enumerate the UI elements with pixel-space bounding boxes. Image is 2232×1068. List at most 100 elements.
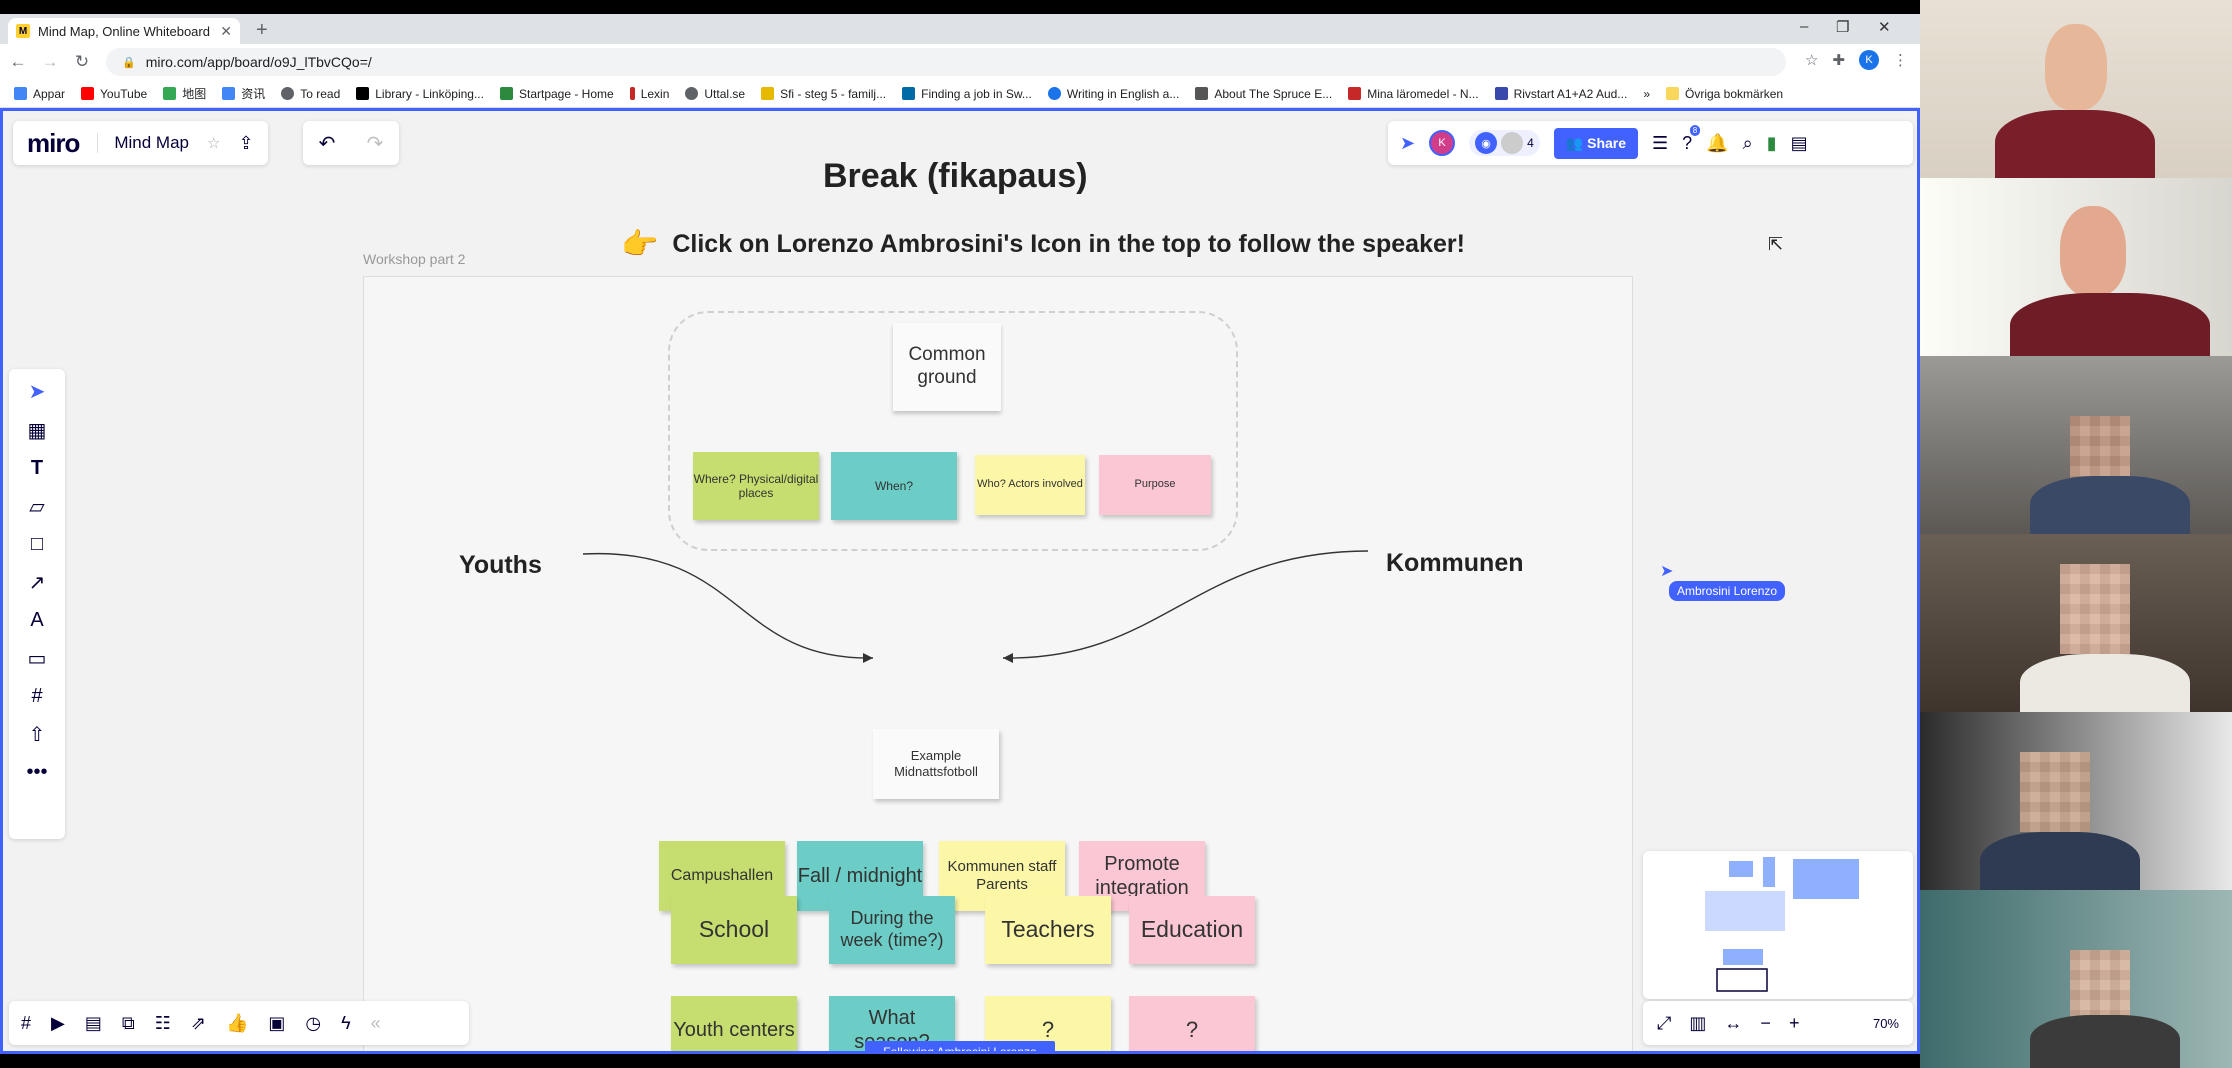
kanban-icon[interactable]: ☷ — [155, 1013, 171, 1034]
profile-avatar[interactable]: K — [1859, 50, 1879, 70]
sticky-note[interactable]: Who? Actors involved — [975, 455, 1085, 515]
bookmark-item[interactable]: Writing in English a... — [1047, 87, 1179, 101]
minimap[interactable] — [1643, 851, 1913, 999]
sticky-note[interactable]: During the week (time?) — [829, 896, 955, 964]
zoom-in-icon[interactable]: + — [1789, 1013, 1800, 1034]
fullscreen-icon[interactable]: ⤢ — [1657, 1013, 1671, 1034]
search-icon[interactable]: ⌕ — [1743, 133, 1753, 154]
participant-video[interactable] — [1920, 178, 2232, 356]
example-card[interactable]: Example Midnattsfotboll — [873, 729, 999, 799]
bookmark-item[interactable]: Uttal.se — [685, 87, 745, 101]
comment-icon[interactable]: ▭ — [28, 646, 47, 671]
activity-icon[interactable]: ▮ — [1767, 133, 1777, 154]
sticky-note[interactable]: Youth centers — [671, 996, 797, 1051]
participant-video[interactable] — [1920, 0, 2232, 178]
bookmark-item[interactable]: 资讯 — [222, 85, 265, 102]
bell-icon[interactable]: 🔔 — [1706, 133, 1728, 154]
bookmark-item[interactable]: Appar — [14, 87, 65, 101]
following-banner[interactable]: Following Ambrosini Lorenzo — [865, 1041, 1055, 1051]
connector-lines[interactable] — [573, 541, 1373, 671]
browser-tab[interactable]: M Mind Map, Online Whiteboard fo ✕ — [8, 18, 240, 44]
export-icon[interactable]: ⇪ — [238, 133, 253, 154]
bookmarks-more-icon[interactable]: » — [1643, 87, 1650, 101]
bookmark-item[interactable]: Library - Linköping... — [356, 87, 484, 101]
bookmark-item[interactable]: To read — [281, 87, 340, 101]
star-icon[interactable]: ☆ — [1805, 51, 1818, 69]
bookmark-item[interactable]: Rivstart A1+A2 Aud... — [1494, 87, 1627, 101]
close-tab-icon[interactable]: ✕ — [220, 23, 232, 40]
bookmark-item[interactable]: 地图 — [163, 85, 206, 102]
participant-video[interactable] — [1920, 890, 2232, 1068]
bookmark-item[interactable]: Mina läromedel - N... — [1348, 87, 1479, 101]
redo-icon[interactable]: ↷ — [367, 131, 384, 156]
common-ground-card[interactable]: Common ground — [893, 323, 1001, 411]
reactions-icon[interactable]: 👍 — [226, 1013, 248, 1034]
bookmark-item[interactable]: Sfi - steg 5 - familj... — [761, 87, 886, 101]
cards-icon[interactable]: ⧉ — [122, 1013, 135, 1034]
collapse-icon[interactable]: « — [371, 1013, 381, 1034]
bookmark-item[interactable]: Startpage - Home — [499, 87, 614, 101]
board-menu-icon[interactable]: ▤ — [1791, 133, 1808, 154]
video-icon[interactable]: ▣ — [268, 1013, 285, 1034]
lightning-icon[interactable]: ϟ — [341, 1013, 351, 1034]
upload-icon[interactable]: ⇧ — [29, 722, 46, 747]
help-icon[interactable]: ? 8 — [1682, 124, 1701, 154]
sticky-note[interactable]: Teachers — [985, 896, 1111, 964]
frame-icon[interactable]: # — [31, 685, 42, 708]
shape-icon[interactable]: □ — [31, 533, 43, 556]
bookmark-item[interactable]: YouTube — [81, 87, 147, 101]
new-tab-icon[interactable]: + — [256, 19, 268, 42]
select-cursor-icon[interactable]: ➤ — [29, 379, 46, 404]
share-screen-icon[interactable]: ⇗ — [191, 1013, 206, 1034]
board-name[interactable]: Mind Map — [97, 133, 189, 153]
sticky-note-icon[interactable]: ▱ — [29, 494, 44, 519]
zoom-out-icon[interactable]: − — [1760, 1013, 1771, 1034]
bookmark-item[interactable]: About The Spruce E... — [1195, 87, 1332, 101]
sticky-note[interactable]: School — [671, 896, 797, 964]
bookmark-item[interactable]: Lexin — [629, 87, 669, 101]
share-button[interactable]: 👥 Share — [1553, 127, 1639, 159]
undo-icon[interactable]: ↶ — [319, 131, 336, 156]
text-icon[interactable]: T — [31, 457, 43, 480]
participant-video[interactable] — [1920, 534, 2232, 712]
reload-icon[interactable]: ↻ — [68, 52, 96, 72]
timer-icon[interactable]: ◷ — [305, 1013, 321, 1034]
presentation-icon[interactable]: ▶ — [51, 1013, 65, 1034]
sticky-note[interactable]: Purpose — [1099, 455, 1211, 515]
kommunen-node[interactable]: Kommunen — [1386, 549, 1524, 578]
minimize-icon[interactable]: – — [1800, 18, 1808, 35]
sticky-note[interactable]: When? — [831, 452, 957, 520]
comments-icon[interactable]: ▤ — [85, 1013, 102, 1034]
back-icon[interactable]: ← — [4, 52, 32, 72]
sticky-note[interactable]: Where? Physical/digital places — [693, 452, 819, 520]
extensions-icon[interactable]: ✚ — [1832, 51, 1845, 69]
close-window-icon[interactable]: ✕ — [1878, 18, 1891, 36]
map-icon[interactable]: ▥ — [1689, 1013, 1706, 1034]
frames-icon[interactable]: # — [21, 1013, 31, 1034]
miro-board[interactable]: miro Mind Map ☆ ⇪ ↶ ↷ ➤ K ◉ 4 👥 Share ☰ — [0, 108, 1920, 1054]
forward-icon[interactable]: → — [36, 52, 64, 72]
bookmark-item[interactable]: Finding a job in Sw... — [902, 87, 1032, 101]
zoom-level[interactable]: 70% — [1873, 1016, 1899, 1031]
address-bar[interactable]: 🔒 miro.com/app/board/o9J_lTbvCQo=/ — [106, 48, 1786, 76]
sticky-note[interactable]: ? — [1129, 996, 1255, 1051]
connection-line-icon[interactable]: ↗ — [29, 570, 46, 595]
other-bookmarks[interactable]: Övriga bokmärken — [1666, 87, 1783, 101]
miro-logo[interactable]: miro — [27, 128, 80, 159]
star-icon[interactable]: ☆ — [207, 134, 220, 152]
fit-width-icon[interactable]: ↔ — [1724, 1013, 1742, 1034]
collaborator-avatar[interactable]: K — [1429, 130, 1456, 156]
frame-label[interactable]: Workshop part 2 — [363, 251, 465, 267]
menu-icon[interactable]: ⋮ — [1893, 51, 1908, 69]
settings-sliders-icon[interactable]: ☰ — [1652, 133, 1668, 154]
follow-cursor-icon[interactable]: ➤ — [1400, 133, 1415, 154]
more-tools-icon[interactable]: ••• — [26, 761, 47, 784]
participant-video[interactable] — [1920, 712, 2232, 890]
pen-icon[interactable]: A — [30, 609, 43, 632]
participant-video[interactable] — [1920, 356, 2232, 534]
templates-icon[interactable]: ▦ — [28, 418, 47, 443]
sticky-note[interactable]: Education — [1129, 896, 1255, 964]
restore-icon[interactable]: ❐ — [1836, 18, 1849, 36]
viewers-group[interactable]: ◉ 4 — [1469, 130, 1540, 156]
youths-node[interactable]: Youths — [459, 551, 542, 580]
